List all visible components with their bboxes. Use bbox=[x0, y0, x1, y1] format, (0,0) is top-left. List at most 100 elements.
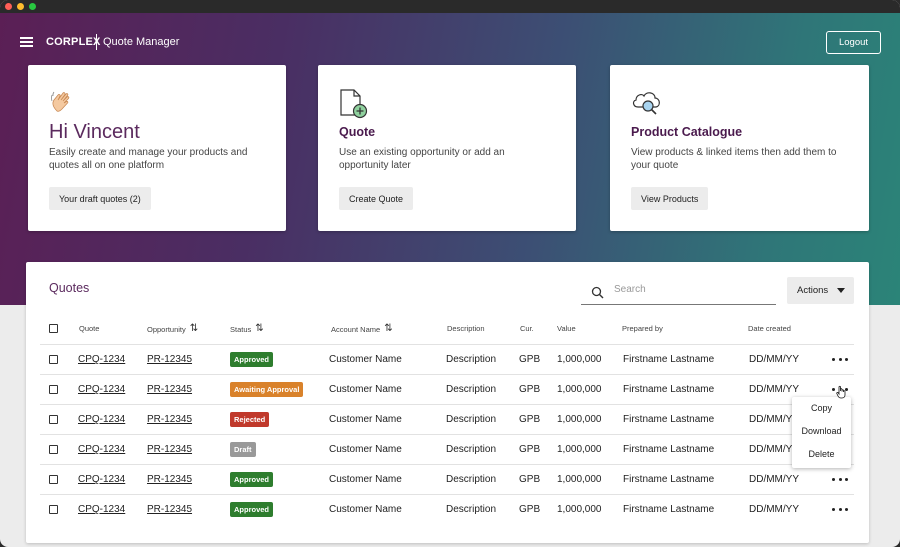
opportunity-link[interactable]: PR-12345 bbox=[147, 384, 192, 395]
catalogue-card-title: Product Catalogue bbox=[631, 125, 743, 139]
row-actions-menu: Copy Download Delete bbox=[792, 397, 851, 468]
more-options-icon[interactable] bbox=[832, 473, 848, 485]
table-row: CPQ-1234 PR-12345 Approved Customer Name Des… bbox=[40, 494, 854, 524]
new-document-icon bbox=[339, 89, 369, 119]
close-window-button[interactable] bbox=[5, 3, 12, 10]
opportunity-link[interactable]: PR-12345 bbox=[147, 414, 192, 425]
description-cell: Description bbox=[446, 504, 497, 515]
column-header-opportunity[interactable]: Opportunity ⇅ bbox=[147, 324, 198, 334]
status-badge: Rejected bbox=[230, 412, 270, 427]
quote-card-title: Quote bbox=[339, 125, 376, 139]
menu-item-delete[interactable]: Delete bbox=[792, 449, 851, 459]
select-all-checkbox[interactable] bbox=[49, 324, 58, 333]
quotes-title: Quotes bbox=[49, 281, 90, 295]
opportunity-link[interactable]: PR-12345 bbox=[147, 444, 192, 455]
date-created-cell: DD/MM/YY bbox=[749, 474, 799, 485]
prepared-by-cell: Firstname Lastname bbox=[623, 414, 715, 425]
value-cell: 1,000,000 bbox=[557, 384, 602, 395]
maximize-window-button[interactable] bbox=[29, 3, 36, 10]
cloud-search-icon bbox=[631, 89, 661, 119]
currency-cell: GPB bbox=[519, 384, 541, 395]
table-row: CPQ-1234 PR-12345 Approved Customer Name Des… bbox=[40, 464, 854, 494]
description-cell: Description bbox=[446, 384, 497, 395]
actions-label: Actions bbox=[797, 285, 829, 296]
window-titlebar bbox=[0, 0, 900, 13]
row-checkbox[interactable] bbox=[49, 415, 58, 424]
menu-item-copy[interactable]: Copy bbox=[792, 403, 851, 413]
prepared-by-cell: Firstname Lastname bbox=[623, 504, 715, 515]
row-checkbox[interactable] bbox=[49, 355, 58, 364]
minimize-window-button[interactable] bbox=[17, 3, 24, 10]
column-header-value: Value bbox=[557, 324, 576, 333]
product-catalogue-card: Product Catalogue View products & linked… bbox=[610, 65, 869, 231]
quote-card-description: Use an existing opportunity or add an op… bbox=[339, 147, 505, 171]
status-badge: Awaiting Approval bbox=[230, 382, 304, 397]
table-row: CPQ-1234 PR-12345 Rejected Customer Name Des… bbox=[40, 404, 854, 434]
status-badge: Draft bbox=[230, 442, 256, 457]
value-cell: 1,000,000 bbox=[557, 474, 602, 485]
quote-id-link[interactable]: CPQ-1234 bbox=[78, 384, 125, 395]
column-header-currency: Cur. bbox=[520, 324, 534, 333]
quote-id-link[interactable]: CPQ-1234 bbox=[78, 474, 125, 485]
actions-dropdown[interactable]: Actions bbox=[787, 277, 854, 304]
logout-button[interactable]: Logout bbox=[826, 31, 881, 54]
quote-id-link[interactable]: CPQ-1234 bbox=[78, 354, 125, 365]
value-cell: 1,000,000 bbox=[557, 354, 602, 365]
currency-cell: GPB bbox=[519, 504, 541, 515]
row-checkbox[interactable] bbox=[49, 475, 58, 484]
account-name-cell: Customer Name bbox=[329, 354, 402, 365]
menu-icon[interactable] bbox=[20, 37, 33, 47]
row-checkbox[interactable] bbox=[49, 445, 58, 454]
prepared-by-cell: Firstname Lastname bbox=[623, 444, 715, 455]
search-box bbox=[581, 279, 776, 305]
brand-divider bbox=[96, 34, 97, 50]
welcome-description: Easily create and manage your products a… bbox=[49, 147, 248, 171]
welcome-card: Hi Vincent Easily create and manage your… bbox=[28, 65, 286, 231]
more-options-icon[interactable] bbox=[832, 353, 848, 365]
currency-cell: GPB bbox=[519, 354, 541, 365]
sort-icon[interactable]: ⇅ bbox=[190, 324, 198, 334]
waving-hand-icon bbox=[49, 89, 79, 119]
currency-cell: GPB bbox=[519, 414, 541, 425]
menu-item-download[interactable]: Download bbox=[792, 426, 851, 436]
welcome-title: Hi Vincent bbox=[49, 121, 140, 143]
app-window: CORPLEX Quote Manager Logout Hi Vincent … bbox=[0, 0, 900, 547]
column-header-date-created: Date created bbox=[748, 324, 791, 333]
hand-cursor-icon bbox=[836, 385, 846, 399]
row-checkbox[interactable] bbox=[49, 385, 58, 394]
view-products-button[interactable]: View Products bbox=[631, 187, 709, 210]
quote-id-link[interactable]: CPQ-1234 bbox=[78, 414, 125, 425]
date-created-cell: DD/MM/YY bbox=[749, 354, 799, 365]
status-badge: Approved bbox=[230, 472, 274, 487]
account-name-cell: Customer Name bbox=[329, 384, 402, 395]
description-cell: Description bbox=[446, 354, 497, 365]
opportunity-link[interactable]: PR-12345 bbox=[147, 354, 192, 365]
search-icon bbox=[591, 286, 604, 299]
draft-quotes-button[interactable]: Your draft quotes (2) bbox=[49, 187, 151, 210]
value-cell: 1,000,000 bbox=[557, 414, 602, 425]
more-options-icon[interactable] bbox=[832, 503, 848, 515]
column-header-quote: Quote bbox=[79, 324, 100, 333]
description-cell: Description bbox=[446, 444, 497, 455]
column-header-status[interactable]: Status ⇅ bbox=[230, 324, 264, 334]
row-checkbox[interactable] bbox=[49, 505, 58, 514]
opportunity-link[interactable]: PR-12345 bbox=[147, 504, 192, 515]
prepared-by-cell: Firstname Lastname bbox=[623, 354, 715, 365]
column-header-account-name[interactable]: Account Name ⇅ bbox=[331, 324, 393, 334]
quote-card: Quote Use an existing opportunity or add… bbox=[318, 65, 576, 231]
search-input[interactable] bbox=[614, 284, 764, 295]
sort-icon[interactable]: ⇅ bbox=[384, 324, 392, 334]
quote-id-link[interactable]: CPQ-1234 bbox=[78, 444, 125, 455]
table-row: CPQ-1234 PR-12345 Approved Customer Name Des… bbox=[40, 344, 854, 374]
quotes-panel: Quotes Actions Quote Opportunity⇅ Status… bbox=[26, 262, 869, 543]
opportunity-link[interactable]: PR-12345 bbox=[147, 474, 192, 485]
sort-icon[interactable]: ⇅ bbox=[255, 324, 263, 334]
caret-down-icon bbox=[837, 288, 845, 293]
column-header-description: Description bbox=[447, 324, 485, 333]
brand-logo: CORPLEX bbox=[46, 36, 101, 48]
table-row: CPQ-1234 PR-12345 Draft Customer Name Descri… bbox=[40, 434, 854, 464]
quote-id-link[interactable]: CPQ-1234 bbox=[78, 504, 125, 515]
value-cell: 1,000,000 bbox=[557, 504, 602, 515]
account-name-cell: Customer Name bbox=[329, 414, 402, 425]
create-quote-button[interactable]: Create Quote bbox=[339, 187, 414, 210]
